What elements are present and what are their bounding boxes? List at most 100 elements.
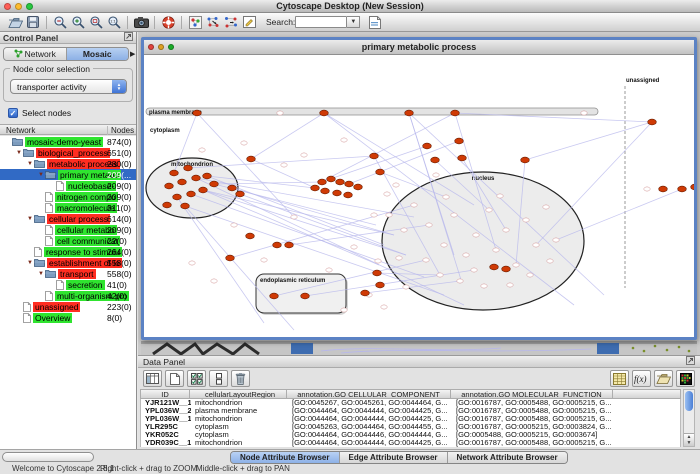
expand-arrow-icon[interactable]: ▼ <box>26 260 34 266</box>
tree-row[interactable]: ▼establishment of lo558(0) <box>0 257 136 268</box>
gene-node[interactable] <box>423 143 432 149</box>
gene-node[interactable] <box>370 153 379 159</box>
gene-node[interactable] <box>648 119 657 125</box>
attribute-import-icon[interactable] <box>654 370 673 387</box>
gene-node[interactable] <box>490 264 499 270</box>
gene-node[interactable] <box>228 185 237 191</box>
go-term-node[interactable] <box>433 173 439 177</box>
gene-node[interactable] <box>170 170 179 176</box>
edge[interactable] <box>177 197 264 323</box>
gene-node[interactable] <box>165 183 174 189</box>
go-term-node[interactable] <box>553 238 559 242</box>
edge[interactable] <box>203 190 379 265</box>
gene-node[interactable] <box>285 242 294 248</box>
go-term-node[interactable] <box>471 268 477 272</box>
gene-node[interactable] <box>311 185 320 191</box>
go-term-node[interactable] <box>326 268 332 272</box>
tree-row[interactable]: multi-organism pro42(0) <box>0 290 136 301</box>
gene-node[interactable] <box>502 266 511 272</box>
go-term-node[interactable] <box>441 243 447 247</box>
go-term-node[interactable] <box>277 111 283 115</box>
go-term-node[interactable] <box>281 163 287 167</box>
go-term-node[interactable] <box>543 205 549 209</box>
go-term-node[interactable] <box>644 187 650 191</box>
gene-node[interactable] <box>187 191 196 197</box>
column-header[interactable]: _cellularLayoutRegion <box>190 389 287 399</box>
go-term-node[interactable] <box>443 195 449 199</box>
go-term-node[interactable] <box>381 305 387 309</box>
go-term-node[interactable] <box>401 228 407 232</box>
go-term-node[interactable] <box>513 263 519 267</box>
gene-node[interactable] <box>521 157 530 163</box>
gene-node[interactable] <box>247 156 256 162</box>
select-nodes-checkbox[interactable]: ✓ <box>8 108 18 118</box>
table-row[interactable]: YPL036W__1mitochondrion[GO:0044464, GO:0… <box>141 415 680 423</box>
tab-network-attribute-browser[interactable]: Network Attribute Browser <box>448 452 567 463</box>
scrollbar-thumb[interactable] <box>685 391 693 411</box>
go-term-node[interactable] <box>463 253 469 257</box>
gene-node[interactable] <box>451 110 460 116</box>
snapshot-icon[interactable] <box>132 14 150 30</box>
function-builder-icon[interactable]: f(x) <box>632 370 651 387</box>
gene-node[interactable] <box>246 233 255 239</box>
gene-node[interactable] <box>373 270 382 276</box>
edge[interactable] <box>251 113 324 159</box>
tree-row[interactable]: response to stimulu264(0) <box>0 246 136 257</box>
table-row[interactable]: YLR295Ccytoplasm[GO:0045263, GO:0044464,… <box>141 423 680 431</box>
expand-arrow-icon[interactable]: ▼ <box>26 161 34 167</box>
gene-node[interactable] <box>659 186 668 192</box>
gene-node[interactable] <box>333 190 342 196</box>
go-term-node[interactable] <box>481 284 487 288</box>
gene-node[interactable] <box>270 293 279 299</box>
column-header[interactable]: annotation.GO CELLULAR_COMPONENT <box>287 389 451 399</box>
attribute-delete-icon[interactable] <box>231 370 250 387</box>
table-row[interactable]: YKR052Ccytoplasm[GO:0044464, GO:0044446,… <box>141 431 680 439</box>
scrollbar-arrows-icon[interactable]: ▲▼ <box>684 433 694 446</box>
frame-titlebar[interactable]: primary metabolic process <box>144 40 694 55</box>
network-canvas[interactable]: plasma membranecytoplasmmitochondrionnuc… <box>144 55 694 336</box>
tree-row[interactable]: unassigned223(0) <box>0 301 136 312</box>
gene-node[interactable] <box>691 184 694 190</box>
tree-row[interactable]: cellular metabo209(0) <box>0 224 136 235</box>
heatmap-icon[interactable] <box>676 370 695 387</box>
tab-node-attribute-browser[interactable]: Node Attribute Browser <box>231 452 340 463</box>
gene-node[interactable] <box>361 290 370 296</box>
gene-node[interactable] <box>203 173 212 179</box>
gene-node[interactable] <box>192 175 201 181</box>
go-term-node[interactable] <box>533 243 539 247</box>
gene-node[interactable] <box>318 179 327 185</box>
gene-node[interactable] <box>199 187 208 193</box>
gene-node[interactable] <box>178 179 187 185</box>
go-term-node[interactable] <box>451 213 457 217</box>
go-term-node[interactable] <box>375 259 381 263</box>
table-row[interactable]: YDR039C__1mitochondrion[GO:0044464, GO:0… <box>141 439 680 447</box>
go-term-node[interactable] <box>384 192 390 196</box>
gene-node[interactable] <box>184 165 193 171</box>
edge[interactable] <box>536 122 652 245</box>
node-color-dropdown[interactable]: transporter activity ▲▼ <box>10 79 127 94</box>
go-term-node[interactable] <box>261 258 267 262</box>
go-term-node[interactable] <box>341 138 347 142</box>
gene-node[interactable] <box>163 202 172 208</box>
tree-row[interactable]: nitrogen compo209(0) <box>0 191 136 202</box>
go-term-node[interactable] <box>393 183 399 187</box>
zoom-fit-icon[interactable]: 1:1 <box>105 14 123 30</box>
gene-node[interactable] <box>301 293 310 299</box>
column-header[interactable] <box>613 389 681 399</box>
float-panel-icon[interactable] <box>686 356 695 367</box>
edge[interactable] <box>525 122 652 160</box>
column-header[interactable]: annotation.GO MOLECULAR_FUNCTION <box>451 389 613 399</box>
attribute-select-icon[interactable] <box>143 370 162 387</box>
gene-node[interactable] <box>354 184 363 190</box>
float-panel-icon[interactable] <box>124 32 133 43</box>
edge[interactable] <box>240 194 406 255</box>
tab-mosaic[interactable]: Mosaic <box>67 48 129 60</box>
gene-node[interactable] <box>431 157 440 163</box>
gene-node[interactable] <box>193 110 202 116</box>
gene-node[interactable] <box>236 191 245 197</box>
tree-row[interactable]: ▼cellular process614(0) <box>0 213 136 224</box>
go-term-node[interactable] <box>231 223 237 227</box>
go-term-node[interactable] <box>341 308 347 312</box>
go-term-node[interactable] <box>386 213 392 217</box>
gene-node[interactable] <box>226 255 235 261</box>
